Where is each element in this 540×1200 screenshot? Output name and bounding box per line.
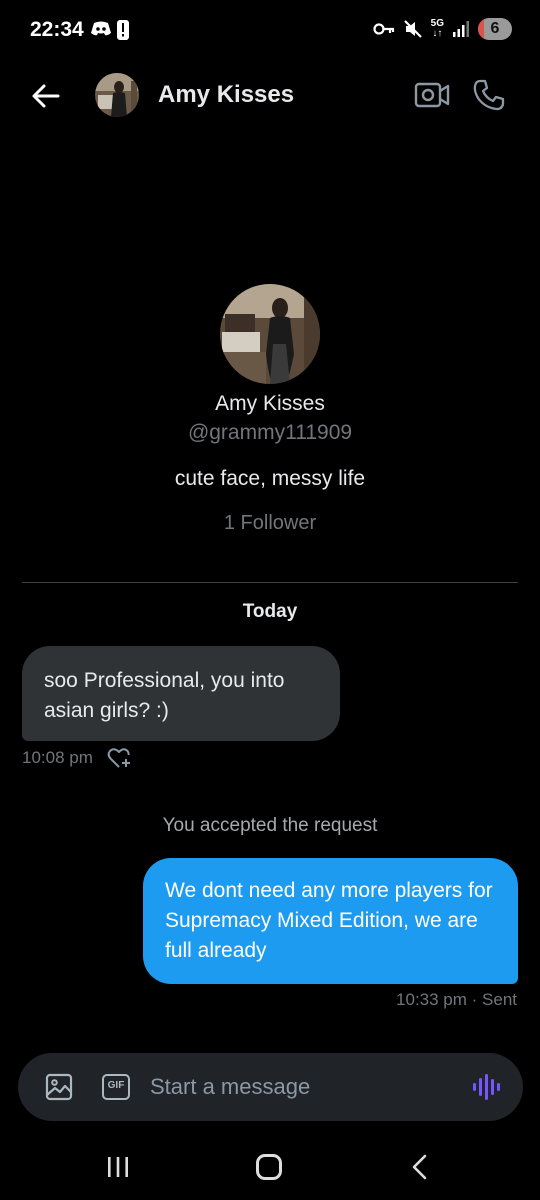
key-icon bbox=[373, 23, 394, 35]
home-icon[interactable] bbox=[256, 1154, 282, 1180]
avatar[interactable] bbox=[95, 73, 139, 117]
video-call-icon[interactable] bbox=[414, 79, 450, 111]
message-composer: GIF bbox=[18, 1053, 523, 1121]
profile-photo bbox=[220, 284, 320, 384]
avatar-photo bbox=[95, 73, 139, 117]
header-title[interactable]: Amy Kisses bbox=[158, 81, 294, 109]
alert-icon bbox=[117, 20, 129, 40]
incoming-message-time: 10:08 pm bbox=[22, 748, 93, 767]
day-separator: Today bbox=[242, 601, 298, 622]
outgoing-message-status: 10:33 pm · Sent bbox=[396, 990, 517, 1009]
back-arrow-icon[interactable] bbox=[28, 78, 64, 114]
phone-icon[interactable] bbox=[472, 78, 506, 112]
incoming-message[interactable]: soo Professional, you into asian girls? … bbox=[22, 646, 340, 741]
nav-back-icon[interactable] bbox=[410, 1154, 430, 1180]
gif-button[interactable]: GIF bbox=[102, 1074, 130, 1100]
status-time: 22:34 bbox=[30, 18, 84, 41]
battery-level: 6 bbox=[490, 20, 500, 37]
profile-bio: cute face, messy life bbox=[174, 467, 366, 490]
voice-message-icon[interactable] bbox=[470, 1071, 502, 1103]
conversation-header: Amy Kisses bbox=[0, 60, 540, 132]
profile-handle: @grammy111909 bbox=[187, 421, 353, 444]
mute-icon bbox=[403, 20, 422, 38]
follower-count[interactable]: 1 Follower bbox=[0, 512, 540, 535]
battery-icon: 6 bbox=[478, 18, 512, 40]
gif-label: GIF bbox=[107, 1080, 125, 1091]
request-accepted-note: You accepted the request bbox=[162, 815, 378, 836]
signal-icon bbox=[453, 21, 469, 37]
status-bar: 22:34 5G ↓↑ 6 bbox=[0, 0, 540, 60]
discord-icon bbox=[91, 21, 111, 36]
network-type: 5G ↓↑ bbox=[430, 18, 444, 39]
outgoing-message[interactable]: We dont need any more players for Suprem… bbox=[143, 858, 518, 984]
add-reaction-icon[interactable] bbox=[107, 746, 133, 770]
system-nav-bar bbox=[0, 1130, 540, 1200]
profile-avatar[interactable] bbox=[220, 284, 320, 384]
divider bbox=[22, 582, 518, 583]
message-input[interactable] bbox=[150, 1067, 450, 1107]
profile-name: Amy Kisses bbox=[215, 392, 325, 415]
image-icon[interactable] bbox=[45, 1073, 73, 1101]
recent-apps-icon[interactable] bbox=[106, 1156, 130, 1178]
